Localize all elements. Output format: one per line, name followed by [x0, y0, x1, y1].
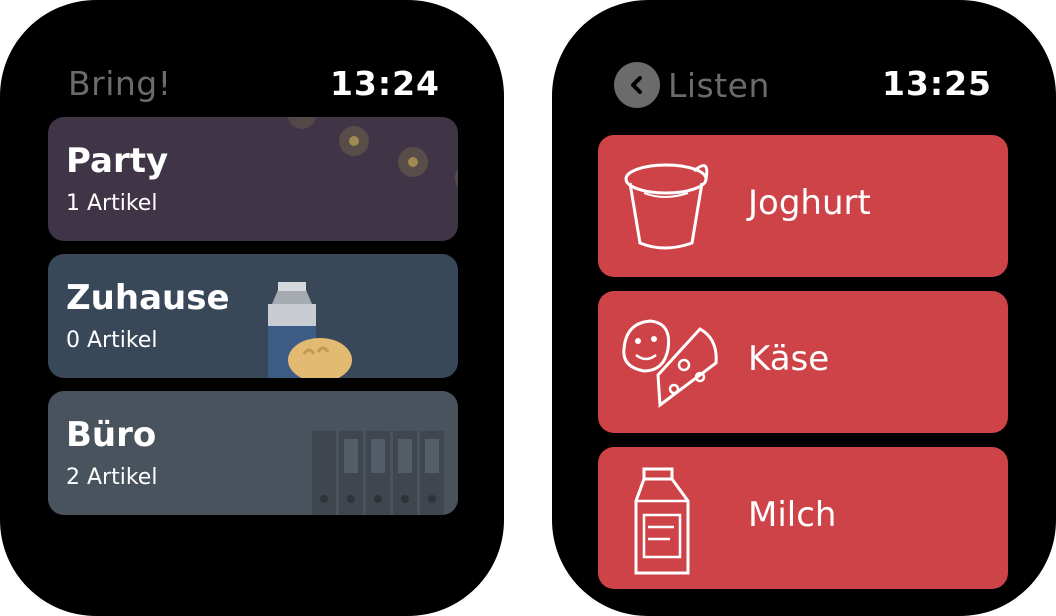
clock-time: 13:24	[329, 64, 440, 103]
status-bar: Listen 13:25	[552, 60, 1056, 110]
chevron-left-icon	[614, 62, 660, 108]
list-name: Büro	[66, 415, 157, 455]
list-name: Zuhause	[66, 278, 230, 318]
watch-screen-list-items: Listen 13:25 Joghurt Käse Milch	[552, 0, 1056, 616]
list-card-buero[interactable]: Büro 2 Artikel	[48, 391, 458, 515]
back-label: Listen	[668, 65, 770, 105]
party-lights-icon	[288, 117, 458, 187]
cheese-icon	[622, 319, 718, 408]
folders-icon	[312, 431, 444, 515]
milk-carton-icon	[634, 467, 690, 575]
list-card-party[interactable]: Party 1 Artikel	[48, 117, 458, 241]
yogurt-icon	[624, 163, 709, 250]
item-name: Käse	[748, 339, 830, 379]
item-name: Milch	[748, 495, 837, 535]
list-card-zuhause[interactable]: Zuhause 0 Artikel	[48, 254, 458, 378]
status-bar: Bring! 13:24	[0, 60, 504, 110]
milk-bread-icon	[268, 282, 352, 378]
watch-screen-lists: Bring! 13:24 Party 1 Artikel Zuhause 0 A…	[0, 0, 504, 616]
list-item-count: 0 Artikel	[66, 328, 158, 353]
list-item-count: 1 Artikel	[66, 191, 158, 216]
back-button[interactable]: Listen	[614, 60, 770, 110]
list-item-milch[interactable]: Milch	[598, 447, 1008, 589]
clock-time: 13:25	[881, 64, 992, 103]
list-item-kaese[interactable]: Käse	[598, 291, 1008, 433]
list-name: Party	[66, 141, 169, 181]
item-name: Joghurt	[748, 183, 871, 223]
list-item-joghurt[interactable]: Joghurt	[598, 135, 1008, 277]
app-title: Bring!	[68, 64, 172, 103]
list-item-count: 2 Artikel	[66, 465, 158, 490]
